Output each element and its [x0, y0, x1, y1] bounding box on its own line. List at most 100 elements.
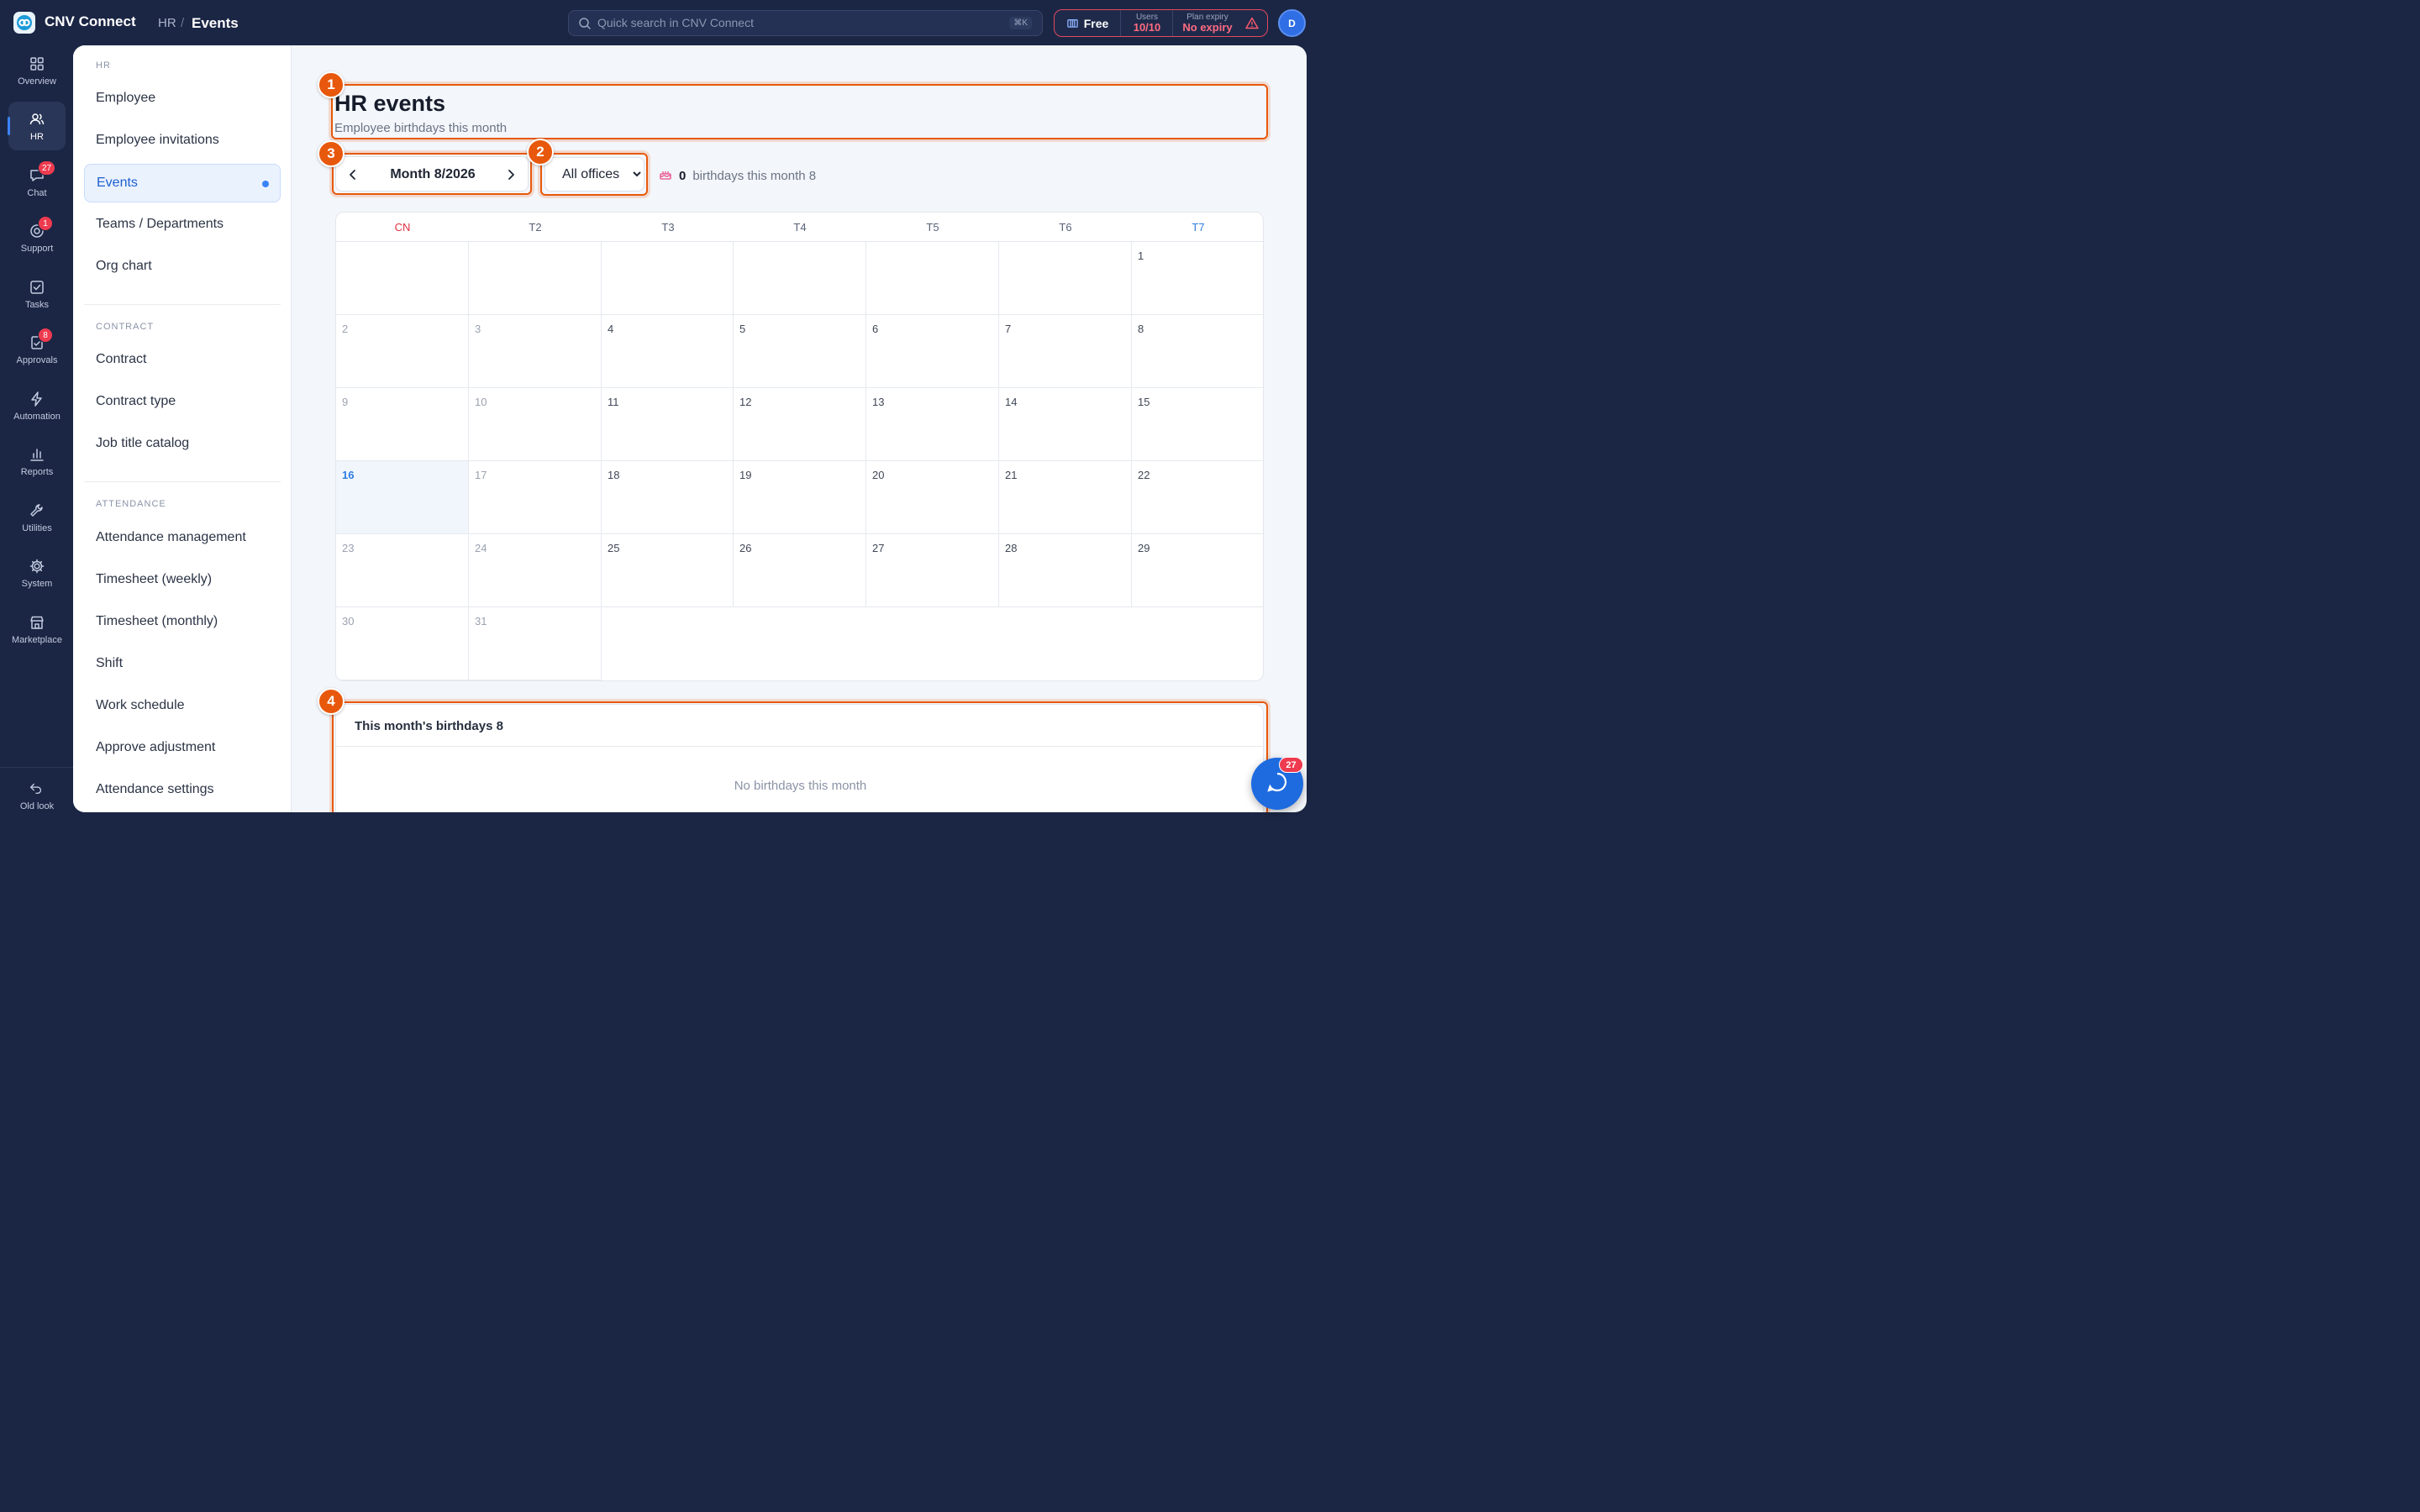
calendar-day[interactable]: 29: [1132, 534, 1263, 607]
subnav-item-timesheet-weekly[interactable]: Timesheet (weekly): [84, 560, 281, 599]
section-divider: [84, 304, 281, 305]
day-number: 19: [739, 469, 752, 481]
calendar-day[interactable]: 9: [336, 388, 469, 461]
day-number: 10: [475, 396, 487, 408]
subnav-item-org-chart[interactable]: Org chart: [84, 247, 281, 286]
calendar-day[interactable]: 7: [999, 315, 1132, 388]
calendar-day[interactable]: 19: [734, 461, 866, 534]
rail-item-hr[interactable]: HR: [8, 102, 66, 150]
day-number: 15: [1138, 396, 1150, 408]
calendar-day[interactable]: 6: [866, 315, 999, 388]
rail-item-support[interactable]: 1 Support: [8, 213, 66, 262]
breadcrumb-root[interactable]: HR: [158, 16, 176, 30]
plan-status[interactable]: Free Users 10/10 Plan expiry No expiry: [1054, 9, 1268, 37]
calendar-day[interactable]: 28: [999, 534, 1132, 607]
calendar-day[interactable]: 13: [866, 388, 999, 461]
calendar-day[interactable]: 24: [469, 534, 602, 607]
app-name[interactable]: CNV Connect: [45, 13, 136, 30]
calendar-day[interactable]: 30: [336, 607, 469, 680]
day-number: 4: [608, 323, 614, 335]
plan-users-value: 10/10: [1133, 21, 1161, 34]
day-number: 20: [872, 469, 885, 481]
calendar-day[interactable]: 1: [1132, 242, 1263, 315]
rail-item-overview[interactable]: Overview: [8, 46, 66, 95]
calendar-day[interactable]: 21: [999, 461, 1132, 534]
calendar-empty-cell: [734, 242, 866, 315]
section-title-hr: HR: [96, 60, 111, 71]
day-number: 27: [872, 542, 885, 554]
rail-item-automation[interactable]: Automation: [8, 381, 66, 430]
calendar-day[interactable]: 20: [866, 461, 999, 534]
search-input[interactable]: [597, 16, 1001, 29]
rail-item-system[interactable]: System: [8, 549, 66, 597]
birthday-count: 0 birthdays this month 8: [659, 167, 816, 184]
day-number: 23: [342, 542, 355, 554]
subnav-item-approve-adjustment[interactable]: Approve adjustment: [84, 728, 281, 767]
subnav-item-employee-invitations[interactable]: Employee invitations: [84, 121, 281, 160]
calendar-day[interactable]: 31: [469, 607, 602, 680]
user-avatar[interactable]: D: [1278, 9, 1306, 37]
subnav-item-contract[interactable]: Contract: [84, 340, 281, 379]
subnav-item-teams-departments[interactable]: Teams / Departments: [84, 205, 281, 244]
day-number: 12: [739, 396, 752, 408]
day-number: 13: [872, 396, 885, 408]
subnav-item-job-title-catalog[interactable]: Job title catalog: [84, 424, 281, 463]
calendar-day[interactable]: 11: [602, 388, 734, 461]
rail-item-approvals[interactable]: 8 Approvals: [8, 325, 66, 374]
rail-item-chat[interactable]: 27 Chat: [8, 158, 66, 207]
subnav-item-employee[interactable]: Employee: [84, 79, 281, 118]
rail-label: Support: [20, 244, 54, 254]
calendar-day[interactable]: 4: [602, 315, 734, 388]
day-number: 1: [1138, 249, 1144, 262]
calendar-day[interactable]: 3: [469, 315, 602, 388]
day-number: 14: [1005, 396, 1018, 408]
chat-badge: 27: [38, 160, 56, 176]
calendar-day[interactable]: 16: [336, 461, 469, 534]
calendar-empty-cell: [866, 242, 999, 315]
subnav-item-work-schedule[interactable]: Work schedule: [84, 686, 281, 725]
subnav-item-events[interactable]: Events: [84, 164, 281, 202]
support-badge: 1: [38, 216, 53, 231]
calendar-day[interactable]: 25: [602, 534, 734, 607]
day-number: 29: [1138, 542, 1150, 554]
day-number: 25: [608, 542, 620, 554]
step-marker: 2: [527, 139, 554, 165]
rail-label: Marketplace: [12, 635, 62, 645]
calendar-day[interactable]: 8: [1132, 315, 1263, 388]
day-number: 7: [1005, 323, 1012, 335]
calendar-day[interactable]: 26: [734, 534, 866, 607]
birthday-count-value: 0: [679, 168, 687, 183]
rail-item-tasks[interactable]: Tasks: [8, 270, 66, 318]
calendar-day[interactable]: 10: [469, 388, 602, 461]
calendar-day[interactable]: 15: [1132, 388, 1263, 461]
highlight-birthdays-panel: [332, 701, 1268, 812]
subnav-item-shift[interactable]: Shift: [84, 644, 281, 683]
highlight-month-nav: [332, 153, 532, 195]
app-logo-icon[interactable]: [13, 12, 35, 34]
plan-tier[interactable]: Free: [1055, 10, 1121, 36]
calendar-day[interactable]: 27: [866, 534, 999, 607]
calendar-day[interactable]: 18: [602, 461, 734, 534]
rail-item-reports[interactable]: Reports: [8, 437, 66, 486]
subnav-item-timesheet-monthly[interactable]: Timesheet (monthly): [84, 602, 281, 641]
day-number: 8: [1138, 323, 1144, 335]
section-title-contract: CONTRACT: [96, 322, 155, 332]
calendar-day[interactable]: 23: [336, 534, 469, 607]
subnav-item-attendance-management[interactable]: Attendance management: [84, 518, 281, 557]
calendar-day[interactable]: 14: [999, 388, 1132, 461]
calendar-day[interactable]: 2: [336, 315, 469, 388]
quick-search[interactable]: ⌘K: [568, 10, 1043, 36]
calendar-day[interactable]: 5: [734, 315, 866, 388]
calendar-day[interactable]: 22: [1132, 461, 1263, 534]
rail-item-marketplace[interactable]: Marketplace: [8, 605, 66, 654]
calendar-empty-cell: [602, 242, 734, 315]
old-look-button[interactable]: Old look: [8, 771, 66, 820]
rail-item-utilities[interactable]: Utilities: [8, 493, 66, 542]
day-number: 30: [342, 615, 355, 627]
calendar-empty-cell: [469, 242, 602, 315]
subnav-item-attendance-settings[interactable]: Attendance settings: [84, 770, 281, 809]
subnav-item-contract-type[interactable]: Contract type: [84, 382, 281, 421]
calendar-day[interactable]: 12: [734, 388, 866, 461]
calendar-day[interactable]: 17: [469, 461, 602, 534]
day-number: 6: [872, 323, 879, 335]
